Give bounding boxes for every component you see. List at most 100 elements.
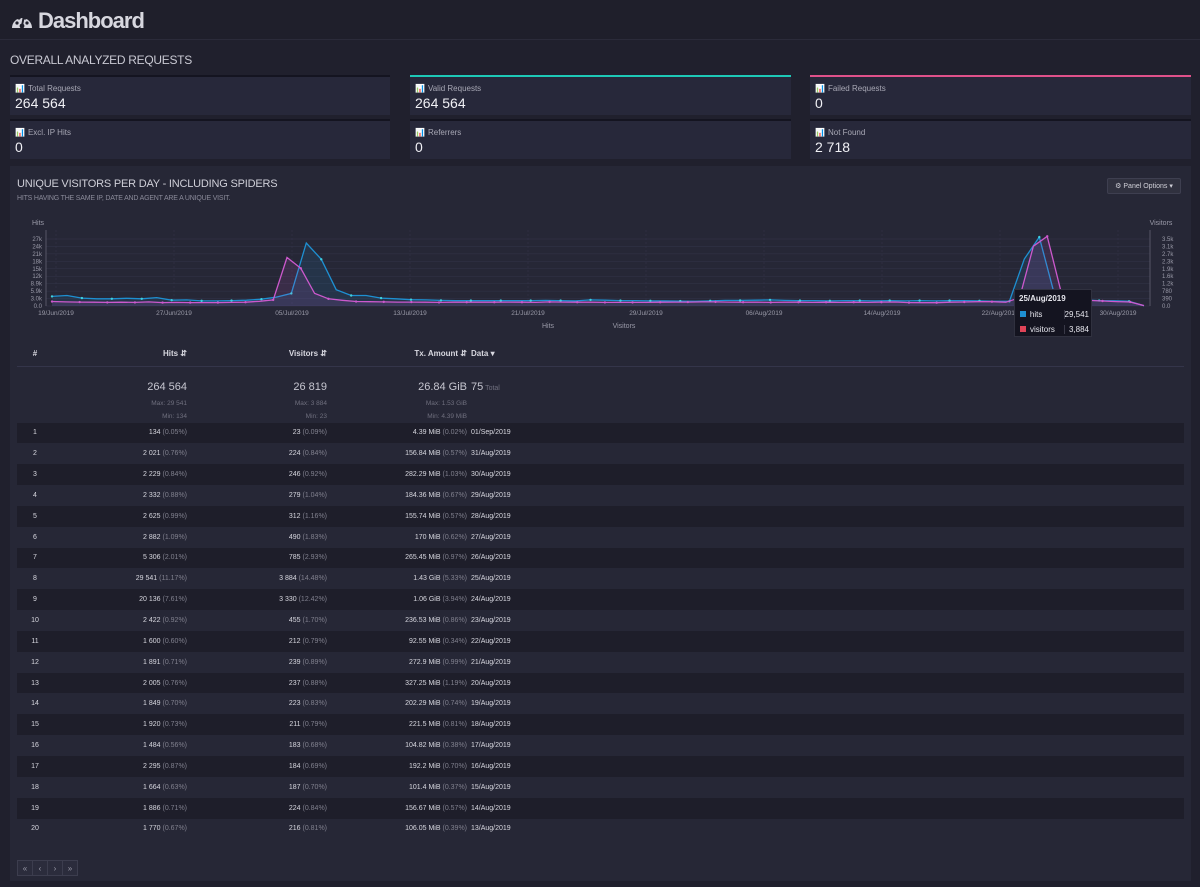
row-visitors-value: 224 xyxy=(288,450,301,458)
card-not-found: 📊 Not Found 2 718 xyxy=(810,119,1191,159)
col-header-hits[interactable]: Hits ⇵ xyxy=(53,342,187,366)
row-tx-value: 265.45 MiB xyxy=(405,554,441,562)
summary-row: 264 564 Max: 29 541 Min: 134 26 819 Max: 3 … xyxy=(17,366,1184,423)
row-tx-percent: (1.19%) xyxy=(442,679,467,687)
row-hits-percent: (0.71%) xyxy=(162,658,187,666)
bar-chart-icon: 📊 xyxy=(15,128,25,137)
row-visitors-value: 490 xyxy=(288,533,301,541)
summary-visitors: 26 819 xyxy=(293,380,327,393)
row-hits-percent: (11.17%) xyxy=(159,575,187,583)
row-tx-value: 236.53 MiB xyxy=(405,617,441,625)
summary-hits-min: Min: 134 xyxy=(162,412,187,420)
visitors-point xyxy=(769,301,772,304)
visitors-point xyxy=(244,301,247,304)
row-date: 30/Aug/2019 xyxy=(467,464,1184,486)
visitors-point xyxy=(465,301,468,304)
card-label: Failed Requests xyxy=(827,84,886,93)
table-row: 62 882 (1.09%) 490 (1.83%) 170 MiB (0.62%)… xyxy=(17,527,1184,548)
caret-down-icon: ▾ xyxy=(1169,183,1173,190)
row-visitors: 224 (0.84%) xyxy=(187,797,327,819)
col-header-visitors[interactable]: Visitors ⇵ xyxy=(187,342,327,366)
row-num-value: 11 xyxy=(31,637,39,645)
row-visitors-percent: (0.83%) xyxy=(302,700,327,708)
hits-point xyxy=(409,298,413,301)
row-visitors: 223 (0.83%) xyxy=(187,693,327,714)
sort-icon: ⇵ xyxy=(180,349,187,359)
legend-hits: Hits xyxy=(542,323,555,330)
row-tx-percent: (5.33%) xyxy=(442,575,467,583)
row-date-value: 17/Aug/2019 xyxy=(471,742,511,750)
row-num-value: 16 xyxy=(31,742,39,750)
next-page-button[interactable]: › xyxy=(47,860,63,876)
row-num-value: 18 xyxy=(31,783,39,791)
row-tx: 202.29 MiB (0.74%) xyxy=(327,693,467,714)
col-header-visitors-label: Visitors xyxy=(288,349,319,359)
row-visitors-value: 237 xyxy=(288,679,301,687)
row-tx-percent: (3.94%) xyxy=(442,596,467,604)
row-tx-percent: (0.99%) xyxy=(442,658,467,666)
row-num: 6 xyxy=(17,527,53,548)
table-row: 11 1 600 (0.60%) 212 (0.79%) 92.55 MiB (0.3… xyxy=(17,630,1184,652)
visitors-table: # Hits ⇵ Visitors ⇵ Tx. Amount ⇵ Data ▾ … xyxy=(17,342,1184,839)
row-num-value: 17 xyxy=(31,762,39,770)
col-header-hits-label: Hits xyxy=(162,349,179,359)
row-hits: 5 306 (2.01%) xyxy=(53,547,187,569)
y-right-tick: 390 xyxy=(1162,297,1173,303)
row-date-value: 14/Aug/2019 xyxy=(471,804,511,812)
row-hits: 1 849 (0.70%) xyxy=(53,693,187,714)
row-tx-value: 1.06 GiB xyxy=(413,596,441,604)
row-num: 1 xyxy=(17,422,53,444)
visitors-point xyxy=(824,301,828,304)
row-num: 17 xyxy=(17,756,53,777)
row-date: 20/Aug/2019 xyxy=(467,672,1184,694)
row-tx-percent: (1.03%) xyxy=(442,471,467,479)
row-visitors-value: 246 xyxy=(288,471,301,479)
panel-options-button[interactable]: ⚙ Panel Options ▾ xyxy=(1107,178,1181,194)
first-page-button[interactable]: « xyxy=(17,860,33,876)
hits-point xyxy=(768,298,772,302)
table-row: 8 29 541 (11.17%) 3 884 (14.48%) 1.43 GiB (… xyxy=(17,568,1184,589)
hits-point xyxy=(589,298,592,302)
last-page-button[interactable]: » xyxy=(62,860,78,876)
visitors-point xyxy=(741,301,745,304)
hits-point xyxy=(529,299,532,302)
row-visitors: 23 (0.09%) xyxy=(187,422,327,444)
row-visitors-percent: (1.16%) xyxy=(302,512,327,520)
row-tx: 236.53 MiB (0.86%) xyxy=(327,610,467,631)
visitors-point xyxy=(133,301,137,304)
row-hits: 2 332 (0.88%) xyxy=(53,485,187,506)
row-visitors-value: 184 xyxy=(288,762,301,770)
row-hits-percent: (0.71%) xyxy=(162,804,187,812)
row-hits-percent: (0.87%) xyxy=(162,762,187,770)
row-date-value: 30/Aug/2019 xyxy=(471,471,511,479)
row-tx-percent: (0.02%) xyxy=(442,429,467,437)
row-tx-percent: (0.67%) xyxy=(442,491,467,499)
row-visitors-value: 212 xyxy=(288,637,301,645)
row-visitors-percent: (0.84%) xyxy=(302,804,327,812)
row-date: 23/Aug/2019 xyxy=(467,610,1184,631)
summary-visitors-max: Max: 3 884 xyxy=(294,399,327,407)
hits-point xyxy=(349,294,353,297)
row-hits: 2 625 (0.99%) xyxy=(53,505,187,527)
table-row: 15 1 920 (0.73%) 211 (0.79%) 221.5 MiB (0.8… xyxy=(17,714,1184,736)
hits-point xyxy=(110,297,114,300)
row-hits-value: 1 484 xyxy=(143,742,161,750)
bar-chart-icon: 📊 xyxy=(415,128,425,137)
card-value: 0 xyxy=(15,139,23,155)
row-tx: 282.29 MiB (1.03%) xyxy=(327,464,467,486)
tooltip-row-hits: hits 29,541 xyxy=(1017,307,1091,321)
row-num: 4 xyxy=(17,485,53,506)
row-num-value: 1 xyxy=(33,429,37,437)
summary-hits-max: Max: 29 541 xyxy=(151,399,187,407)
card-valid-requests: 📊 Valid Requests 264 564 xyxy=(410,75,791,115)
col-header-tx[interactable]: Tx. Amount ⇵ xyxy=(327,342,467,366)
row-num: 7 xyxy=(17,547,53,569)
row-tx-value: 1.43 GiB xyxy=(413,575,441,583)
col-header-date[interactable]: Data ▾ xyxy=(467,342,1184,366)
row-hits-percent: (0.76%) xyxy=(162,450,187,458)
row-date: 29/Aug/2019 xyxy=(467,485,1184,506)
y-right-tick: 2.3k xyxy=(1162,259,1174,265)
prev-page-button[interactable]: ‹ xyxy=(32,860,48,876)
row-num: 8 xyxy=(17,568,53,589)
row-hits-value: 1 849 xyxy=(143,700,161,708)
